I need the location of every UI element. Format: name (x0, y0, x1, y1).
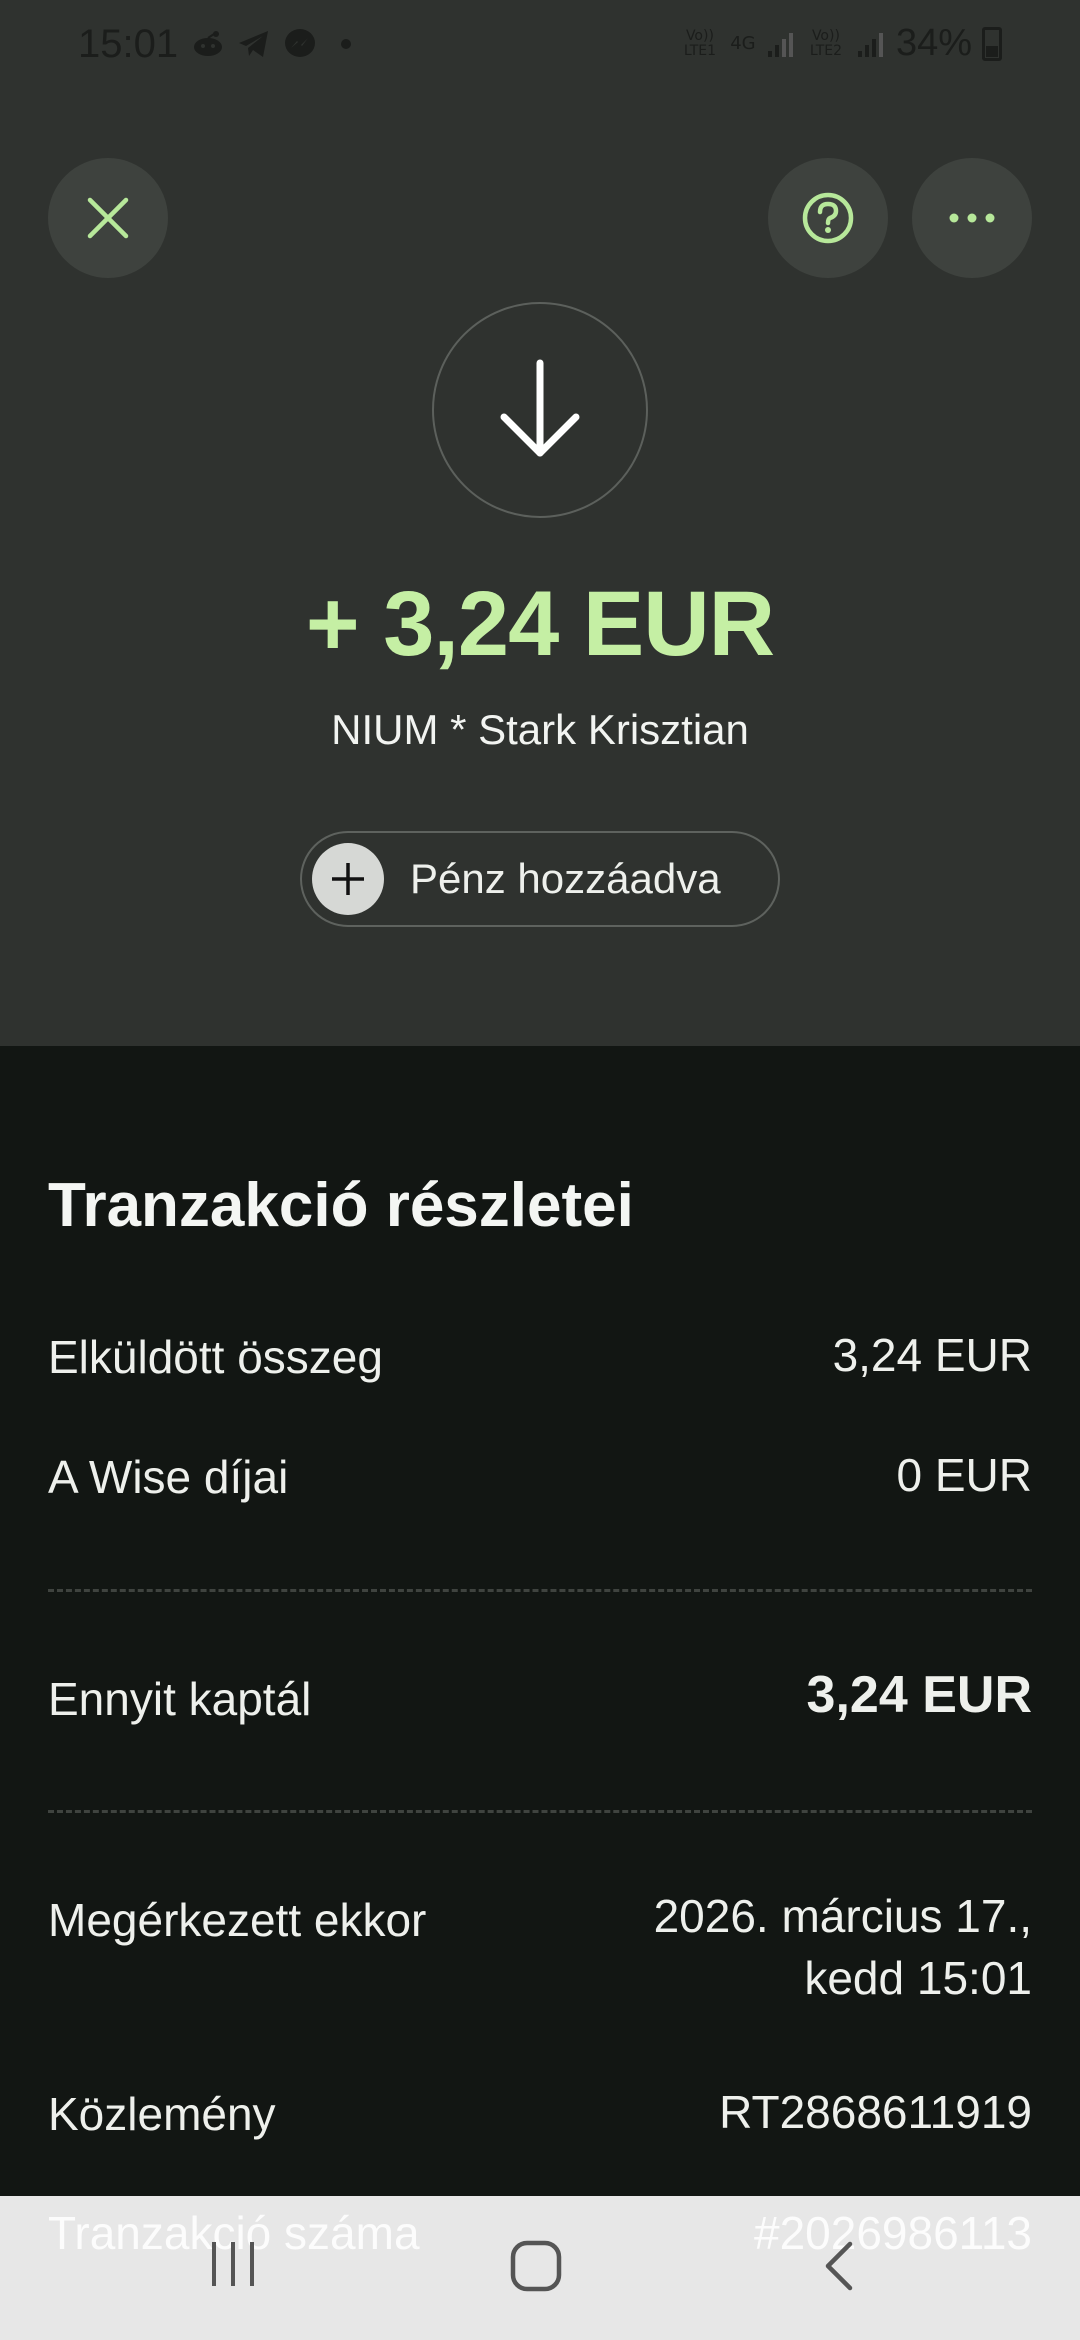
sim2-label: Vo)) LTE2 (809, 27, 843, 59)
counterparty-name: NIUM * Stark Krisztian (331, 706, 749, 753)
sim1-label: Vo)) LTE1 (683, 27, 717, 59)
network-type: 4G (730, 33, 756, 54)
detail-value-line1: 2026. március 17., (653, 1890, 1032, 1942)
detail-label: Elküldött összeg (48, 1331, 383, 1383)
home-icon (510, 2240, 562, 2292)
messenger-icon (282, 26, 318, 62)
detail-label: Ennyit kaptál (48, 1673, 312, 1725)
detail-value: 3,24 EUR (806, 1666, 1032, 1724)
signal-bars-1-icon (767, 32, 793, 57)
back-button[interactable] (818, 2238, 858, 2299)
detail-value-line2: kedd 15:01 (804, 1952, 1032, 2004)
question-circle-icon (802, 192, 854, 244)
home-button[interactable] (508, 2238, 564, 2299)
close-icon (87, 197, 129, 239)
detail-value: 3,24 EUR (832, 1329, 1032, 1381)
direction-indicator (432, 302, 648, 518)
battery-icon (982, 26, 1002, 61)
detail-label: A Wise díjai (48, 1451, 289, 1503)
close-button[interactable] (48, 158, 168, 278)
notification-dot-icon (328, 26, 364, 62)
more-dots-icon (949, 213, 995, 223)
detail-value: 2026. március 17., kedd 15:01 (654, 1885, 1032, 2009)
status-right: Vo)) LTE1 4G Vo)) LTE2 34% (680, 22, 1002, 65)
transaction-header: 15:01 Vo)) LTE1 4G Vo)) LTE2 34% + 3,24 … (0, 0, 1080, 1046)
detail-value: #2026986113 (754, 2207, 1032, 2259)
recents-icon (212, 2242, 254, 2286)
details-title: Tranzakció részletei (48, 1171, 634, 1240)
more-options-button[interactable] (912, 158, 1032, 278)
screen: 15:01 Vo)) LTE1 4G Vo)) LTE2 34% + 3,24 … (0, 0, 1080, 2340)
telegram-icon (236, 26, 272, 62)
dashed-divider (48, 1810, 1032, 1813)
transaction-amount: + 3,24 EUR (305, 573, 775, 675)
recents-button[interactable] (208, 2236, 258, 2297)
back-icon (825, 2241, 853, 2291)
detail-value: RT2868611919 (719, 2086, 1032, 2138)
help-button[interactable] (768, 158, 888, 278)
battery-percent: 34% (895, 22, 972, 64)
signal-bars-2-icon (857, 32, 883, 57)
plus-icon (312, 843, 384, 915)
detail-label: Közlemény (48, 2088, 276, 2140)
status-time: 15:01 (78, 22, 179, 66)
status-bar: 15:01 Vo)) LTE1 4G Vo)) LTE2 34% (0, 0, 1080, 90)
dashed-divider (48, 1589, 1032, 1592)
status-label: Pénz hozzáadva (410, 855, 721, 902)
arrow-down-icon (500, 359, 580, 457)
status-pill: Pénz hozzáadva (300, 831, 780, 927)
notification-icons (190, 26, 364, 62)
reddit-icon (190, 26, 226, 62)
detail-value: 0 EUR (896, 1449, 1032, 1501)
detail-label: Megérkezett ekkor (48, 1894, 427, 1946)
